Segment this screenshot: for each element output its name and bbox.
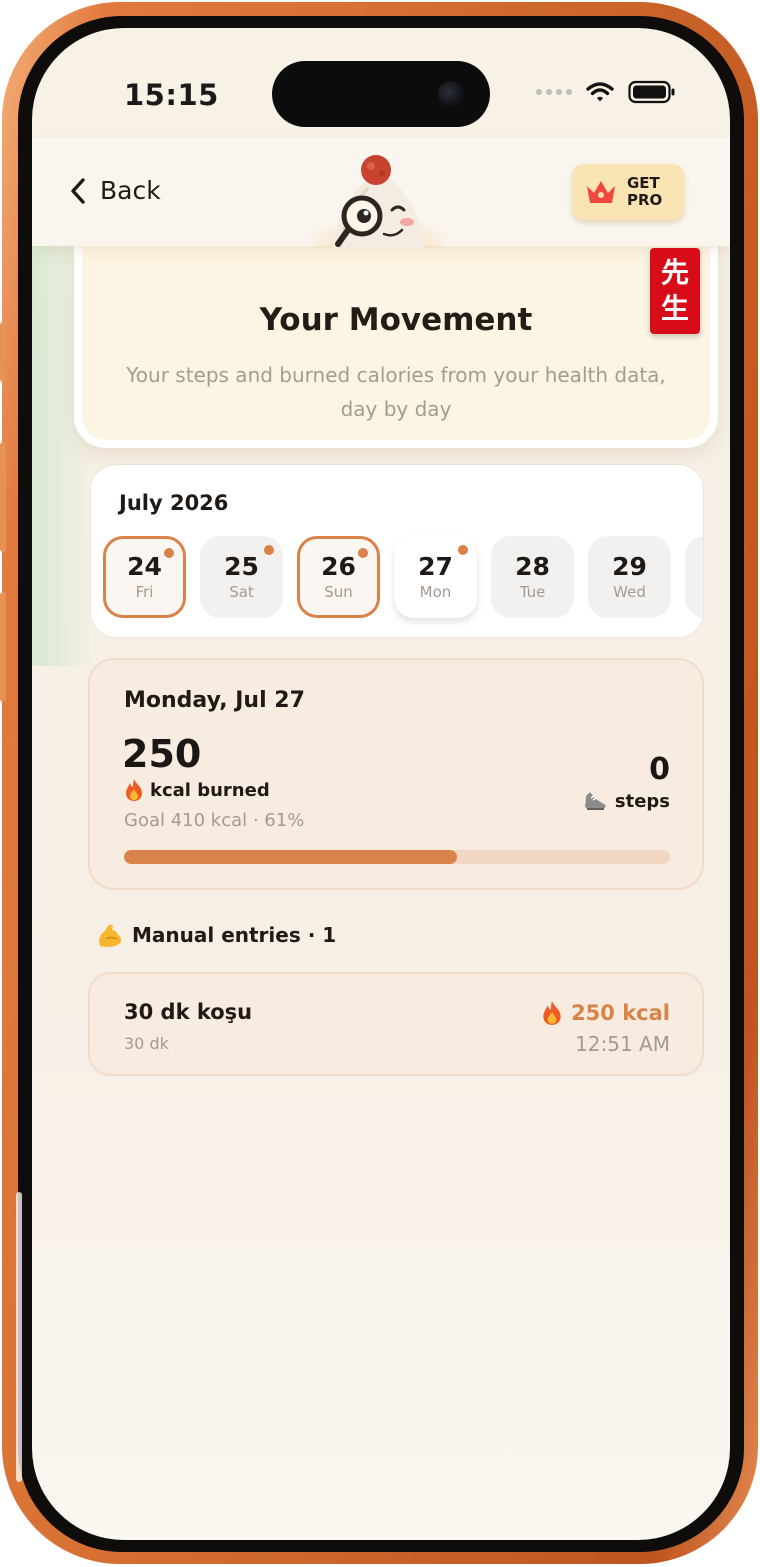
- kcal-label-row: kcal burned: [124, 778, 270, 802]
- kcal-value: 250: [122, 732, 202, 776]
- status-icons: [536, 80, 676, 104]
- week-calendar: July 2026 24 Fri 25 Sat 26 Sun 27 Mon 28 Tue …: [90, 464, 704, 638]
- badge-char-2: 生: [660, 292, 689, 325]
- back-label: Back: [100, 176, 161, 205]
- entry-duration: 30 dk: [124, 1034, 169, 1053]
- nav-header: Back GET PRO: [32, 138, 730, 248]
- day-strip[interactable]: 24 Fri 25 Sat 26 Sun 27 Mon 28 Tue 29 Wed: [103, 536, 703, 618]
- entry-name: 30 dk koşu: [124, 1000, 253, 1024]
- day-chip[interactable]: 26 Sun: [297, 536, 380, 618]
- shoe-icon: [584, 792, 606, 810]
- day-chip[interactable]: [685, 536, 703, 618]
- get-pro-line1: GET: [627, 174, 660, 192]
- activity-dot: [264, 545, 274, 555]
- activity-dot: [358, 548, 368, 558]
- camera-icon: [438, 81, 464, 107]
- progress-fill: [124, 850, 458, 864]
- manual-entries-label: Manual entries · 1: [132, 923, 337, 947]
- fire-icon: [543, 1001, 561, 1025]
- calorie-progress-bar: [124, 850, 670, 864]
- summary-date: Monday, Jul 27: [124, 688, 305, 713]
- badge-char-1: 先: [660, 256, 689, 289]
- flexed-biceps-icon: [99, 924, 122, 947]
- action-button: [0, 322, 6, 382]
- day-number: 29: [612, 552, 647, 581]
- steps-label-row: steps: [583, 790, 670, 812]
- dynamic-island: [272, 61, 490, 127]
- steps-value: 0: [649, 752, 670, 787]
- day-chip[interactable]: 24 Fri: [103, 536, 186, 618]
- day-name: Mon: [419, 583, 452, 601]
- activity-dot: [458, 545, 468, 555]
- back-button[interactable]: Back: [70, 176, 161, 205]
- entry-kcal-row: 250 kcal: [541, 1000, 670, 1026]
- frame-glare: [16, 1192, 22, 1482]
- signal-dots-icon: [536, 89, 572, 95]
- daily-summary-card: Monday, Jul 27 250 kcal burned Goal 410 …: [88, 658, 704, 890]
- steps-label: steps: [614, 790, 670, 812]
- day-chip[interactable]: 29 Wed: [588, 536, 671, 618]
- sensei-badge: 先 生: [650, 248, 700, 334]
- day-name: Sat: [229, 583, 254, 601]
- day-name: Sun: [324, 583, 353, 601]
- entry-kcal: 250 kcal: [571, 1001, 670, 1025]
- kcal-label: kcal burned: [150, 779, 270, 801]
- day-number: 28: [515, 552, 550, 581]
- day-number: 24: [127, 552, 162, 581]
- phone-frame: 15:15 Back GET PRO Your Movement Your st…: [0, 2, 758, 1564]
- day-number: 27: [418, 552, 453, 581]
- get-pro-button[interactable]: GET PRO: [572, 164, 684, 220]
- mascot-illustration: [309, 155, 449, 248]
- activity-dot: [164, 548, 174, 558]
- page-title: Your Movement: [259, 302, 533, 338]
- day-name: Fri: [135, 583, 154, 601]
- volume-down-button: [0, 592, 6, 702]
- crown-icon: [587, 181, 615, 203]
- day-number: 25: [224, 552, 259, 581]
- status-time: 15:15: [124, 78, 219, 112]
- screen: 15:15 Back GET PRO Your Movement Your st…: [32, 28, 730, 1540]
- day-chip[interactable]: 25 Sat: [200, 536, 283, 618]
- battery-icon: [628, 80, 675, 104]
- fire-icon: [126, 779, 142, 801]
- day-name: Wed: [613, 583, 646, 601]
- day-number: 26: [321, 552, 356, 581]
- goal-text: Goal 410 kcal · 61%: [124, 810, 305, 831]
- chevron-left-icon: [71, 177, 85, 204]
- day-chip[interactable]: 27 Mon: [394, 536, 477, 618]
- manual-entries-heading: Manual entries · 1: [96, 922, 336, 948]
- get-pro-label: GET PRO: [627, 175, 671, 209]
- day-chip[interactable]: 28 Tue: [491, 536, 574, 618]
- phone-bezel: 15:15 Back GET PRO Your Movement Your st…: [18, 16, 744, 1552]
- entry-time: 12:51 AM: [575, 1032, 670, 1056]
- volume-up-button: [0, 442, 6, 552]
- entry-row[interactable]: 30 dk koşu 30 dk 250 kcal 12:51 AM: [88, 972, 704, 1076]
- calendar-month: July 2026: [119, 491, 229, 515]
- get-pro-line2: PRO: [627, 191, 663, 209]
- wifi-icon: [586, 82, 614, 102]
- day-name: Tue: [519, 583, 546, 601]
- page-subtitle: Your steps and burned calories from your…: [126, 363, 666, 421]
